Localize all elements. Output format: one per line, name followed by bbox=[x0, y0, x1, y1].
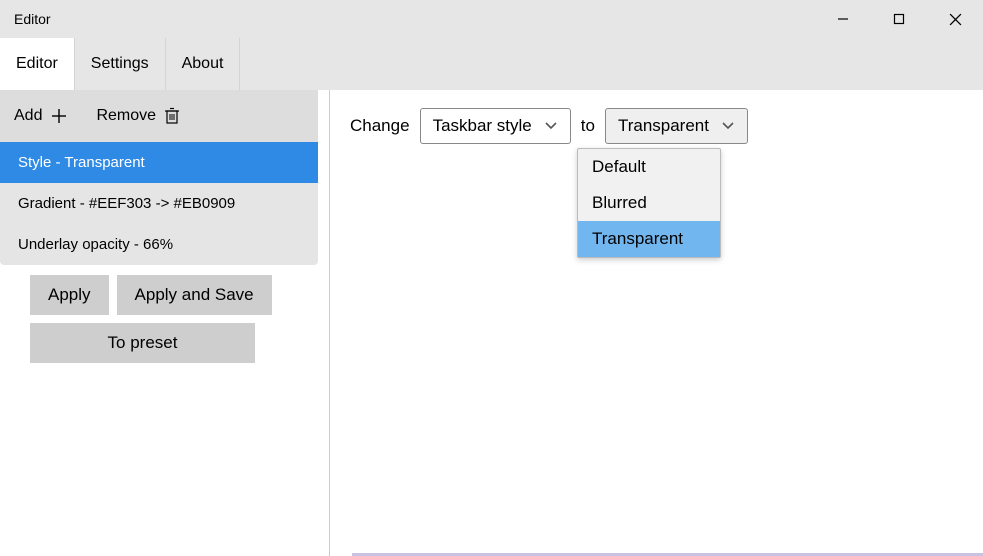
to-label: to bbox=[581, 116, 595, 136]
apply-button[interactable]: Apply bbox=[30, 275, 109, 315]
add-label: Add bbox=[14, 107, 42, 125]
window-title: Editor bbox=[14, 11, 51, 27]
dropdown-option-label: Blurred bbox=[592, 193, 647, 212]
rules-list: Style - Transparent Gradient - #EEF303 -… bbox=[0, 142, 318, 265]
value-select-value: Transparent bbox=[618, 116, 709, 136]
main-split: Add Remove Style - Transparent Gradient … bbox=[0, 90, 983, 556]
change-label: Change bbox=[350, 116, 410, 136]
window-controls bbox=[815, 0, 983, 38]
sidebar: Add Remove Style - Transparent Gradient … bbox=[0, 90, 330, 556]
change-row: Change Taskbar style to Transparent bbox=[350, 108, 963, 144]
editor-panel: Change Taskbar style to Transparent Defa… bbox=[330, 90, 983, 556]
apply-save-button[interactable]: Apply and Save bbox=[117, 275, 272, 315]
sidebar-scrollbar[interactable] bbox=[319, 90, 327, 340]
sidebar-toolbar: Add Remove bbox=[0, 90, 318, 142]
maximize-icon bbox=[893, 13, 905, 25]
property-select[interactable]: Taskbar style bbox=[420, 108, 571, 144]
titlebar: Editor bbox=[0, 0, 983, 38]
list-item-label: Gradient - #EEF303 -> #EB0909 bbox=[18, 195, 235, 212]
dropdown-option-label: Transparent bbox=[592, 229, 683, 248]
tab-editor[interactable]: Editor bbox=[0, 38, 75, 90]
to-preset-button[interactable]: To preset bbox=[30, 323, 255, 363]
maximize-button[interactable] bbox=[871, 0, 927, 38]
tab-bar: Editor Settings About bbox=[0, 38, 983, 90]
chevron-down-icon bbox=[721, 121, 735, 131]
dropdown-option-label: Default bbox=[592, 157, 646, 176]
tab-label: About bbox=[182, 55, 224, 73]
tab-label: Editor bbox=[16, 55, 58, 73]
list-item-label: Underlay opacity - 66% bbox=[18, 236, 173, 253]
add-button[interactable]: Add bbox=[14, 107, 68, 125]
minimize-button[interactable] bbox=[815, 0, 871, 38]
list-item[interactable]: Gradient - #EEF303 -> #EB0909 bbox=[0, 183, 318, 224]
chevron-down-icon bbox=[544, 121, 558, 131]
trash-icon bbox=[164, 107, 180, 125]
action-buttons: Apply Apply and Save To preset bbox=[0, 265, 329, 373]
minimize-icon bbox=[837, 13, 849, 25]
tab-label: Settings bbox=[91, 55, 149, 73]
value-select-dropdown: Default Blurred Transparent bbox=[577, 148, 721, 258]
list-item-label: Style - Transparent bbox=[18, 154, 145, 171]
property-select-value: Taskbar style bbox=[433, 116, 532, 136]
value-select[interactable]: Transparent bbox=[605, 108, 748, 144]
list-item[interactable]: Underlay opacity - 66% bbox=[0, 224, 318, 265]
dropdown-option[interactable]: Blurred bbox=[578, 185, 720, 221]
plus-icon bbox=[50, 107, 68, 125]
remove-button[interactable]: Remove bbox=[96, 107, 180, 125]
tab-about[interactable]: About bbox=[166, 38, 241, 90]
close-button[interactable] bbox=[927, 0, 983, 38]
dropdown-option[interactable]: Transparent bbox=[578, 221, 720, 257]
dropdown-option[interactable]: Default bbox=[578, 149, 720, 185]
tab-settings[interactable]: Settings bbox=[75, 38, 166, 90]
close-icon bbox=[949, 13, 962, 26]
remove-label: Remove bbox=[96, 107, 156, 125]
list-item[interactable]: Style - Transparent bbox=[0, 142, 318, 183]
